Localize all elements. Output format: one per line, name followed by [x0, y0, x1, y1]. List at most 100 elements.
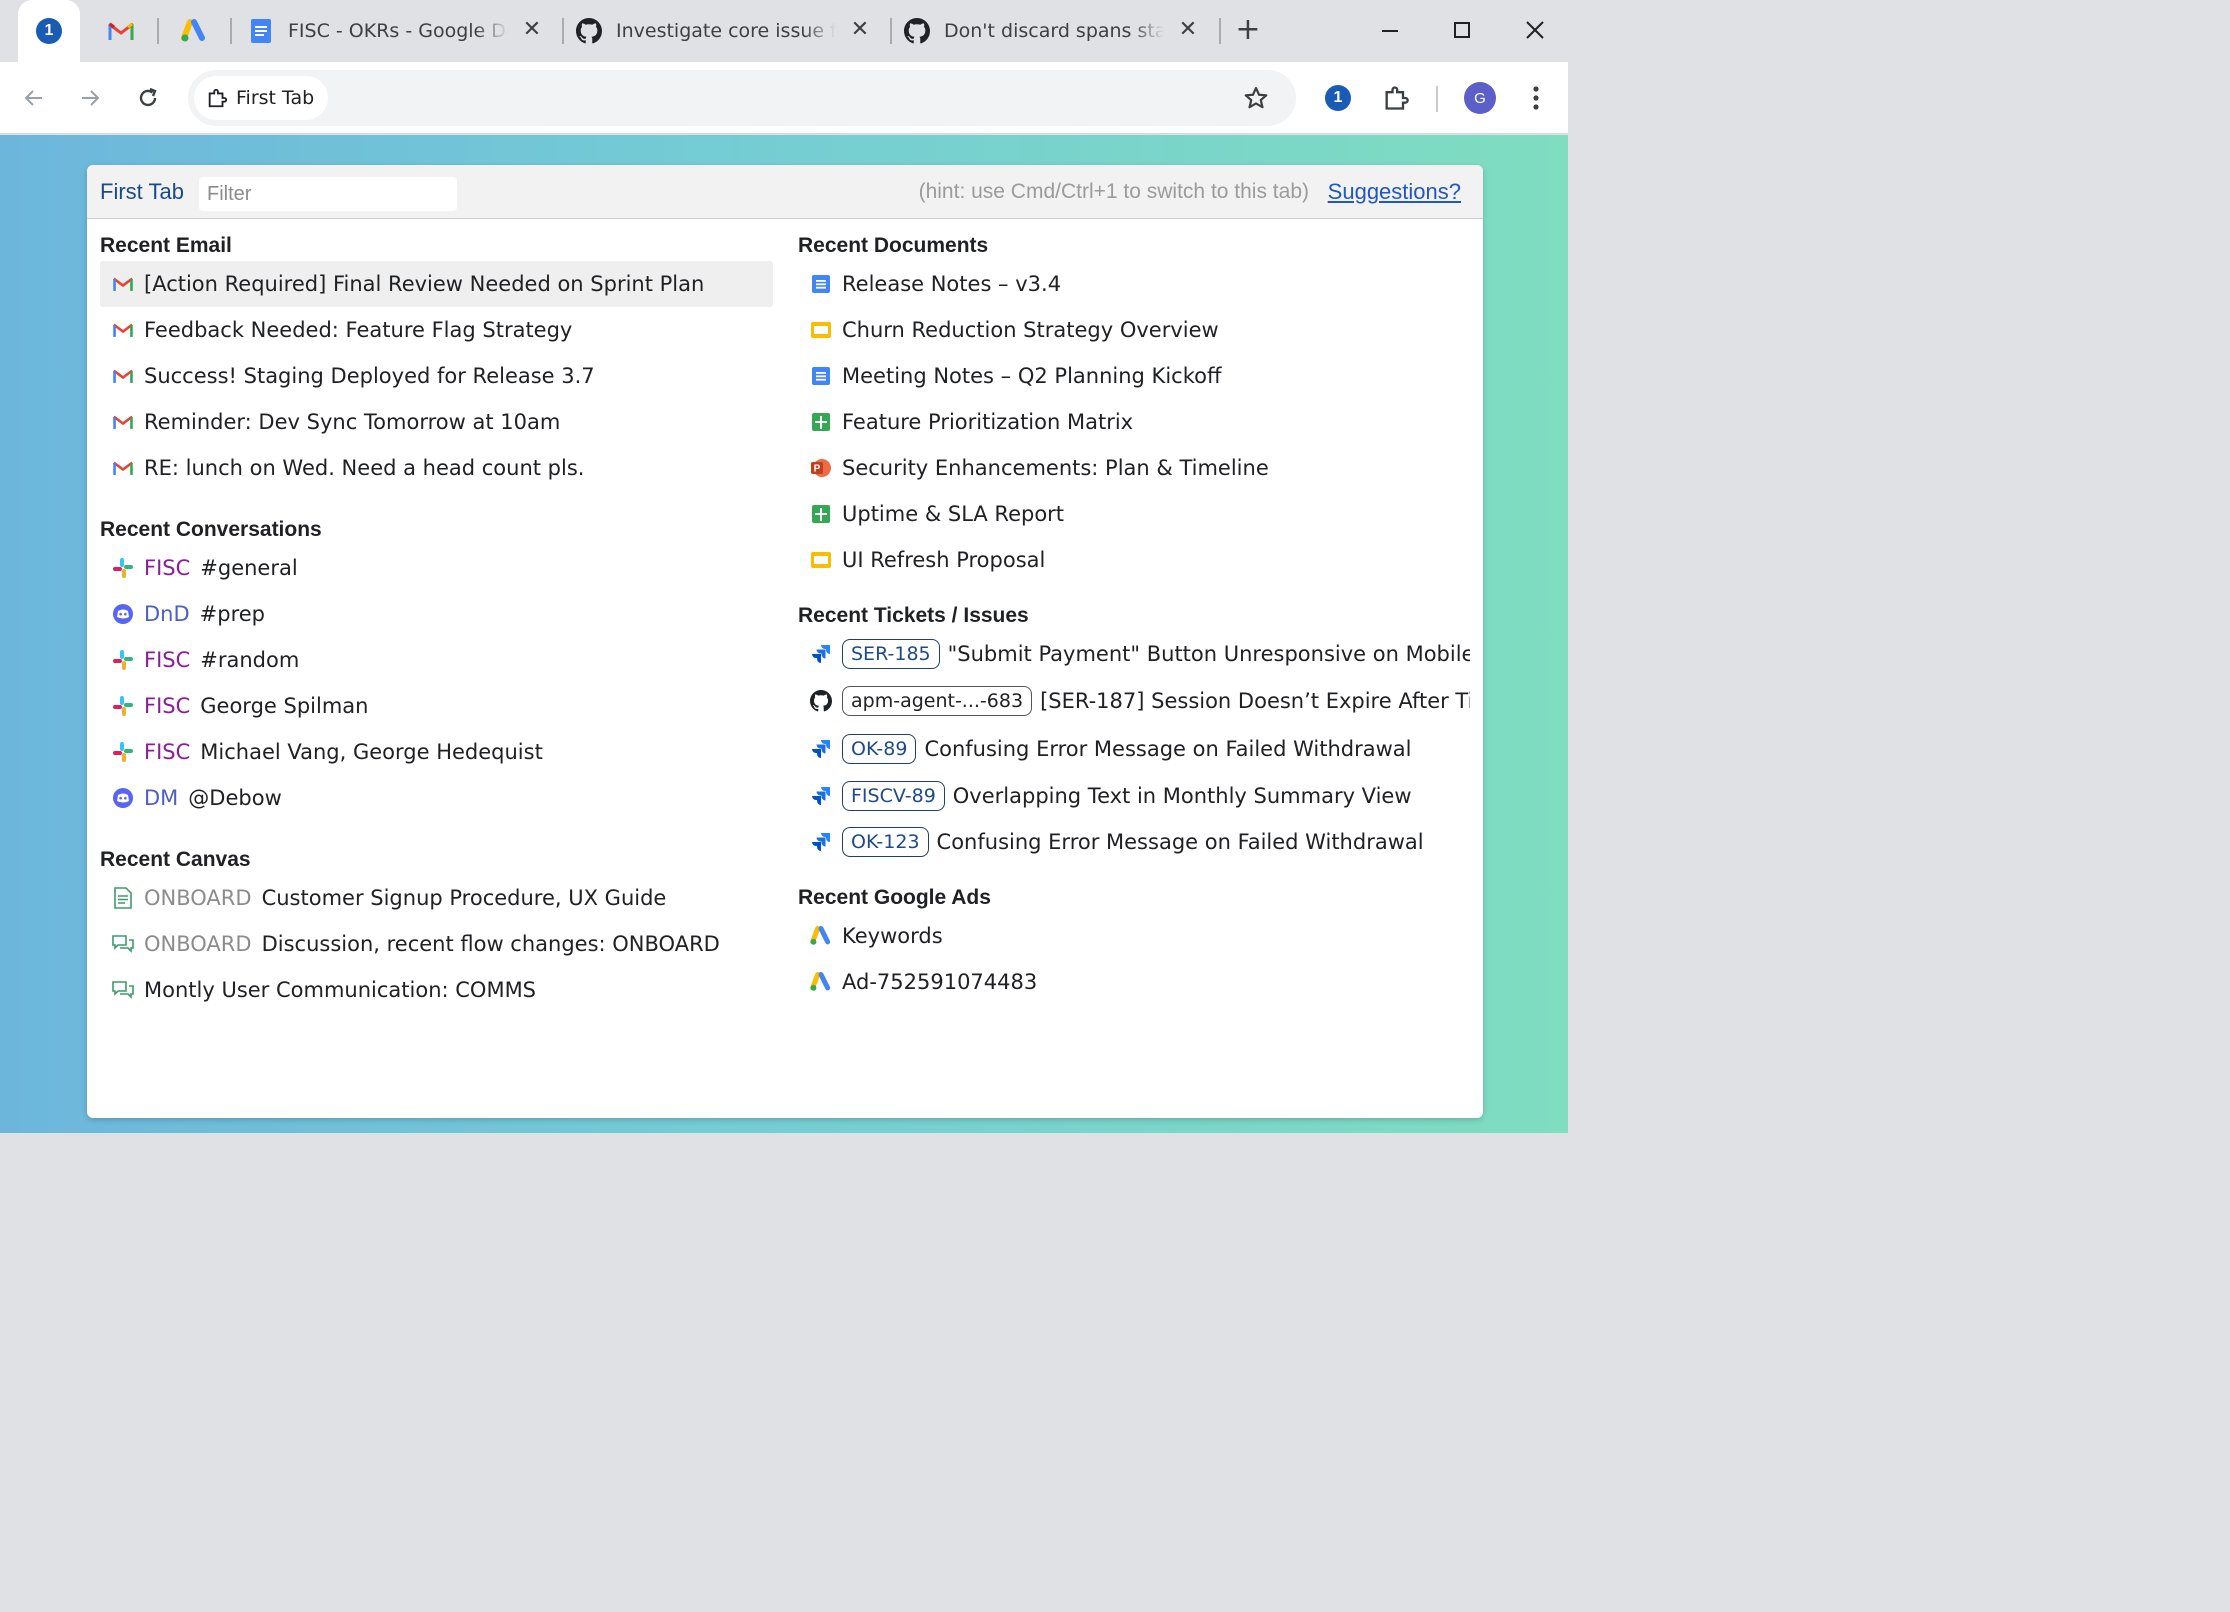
close-tab-icon[interactable]: ✕: [848, 18, 872, 42]
google-ads-icon: [810, 925, 832, 947]
profile-button[interactable]: G: [1462, 80, 1498, 116]
conversation-item[interactable]: FISC #general: [100, 545, 773, 591]
reload-button[interactable]: [130, 80, 166, 116]
jira-icon: [810, 738, 832, 760]
google-slides-icon: [810, 319, 832, 341]
ticket-item[interactable]: apm-agent-...-683 [SER-187] Session Does…: [798, 677, 1470, 725]
toolbar-separator: [1436, 86, 1438, 112]
email-item[interactable]: Success! Staging Deployed for Release 3.…: [100, 353, 773, 399]
gmail-icon: [112, 365, 134, 387]
address-bar[interactable]: First Tab: [188, 70, 1296, 126]
tab-fisc-okrs[interactable]: FISC - OKRs - Google Doc ✕: [240, 0, 558, 62]
canvas-doc-icon: [112, 887, 134, 909]
document-item[interactable]: Meeting Notes – Q2 Planning Kickoff: [798, 353, 1470, 399]
ticket-key-badge: OK-123: [842, 827, 929, 857]
email-list: [Action Required] Final Review Needed on…: [100, 261, 773, 491]
tab-investigate-core-issue[interactable]: Investigate core issue for t ✕: [568, 0, 886, 62]
tab-separator: [1219, 18, 1221, 44]
shortcut-hint: (hint: use Cmd/Ctrl+1 to switch to this …: [918, 180, 1309, 203]
conversation-item[interactable]: DnD #prep: [100, 591, 773, 637]
extensions-button[interactable]: [1378, 80, 1414, 116]
canvas-item[interactable]: Montly User Communication: COMMS: [100, 967, 773, 1013]
discord-icon: [112, 787, 134, 809]
conversation-item[interactable]: FISC #random: [100, 637, 773, 683]
puzzle-icon: [1385, 86, 1409, 110]
document-list: Release Notes – v3.4 Churn Reduction Str…: [798, 261, 1470, 583]
document-item[interactable]: Churn Reduction Strategy Overview: [798, 307, 1470, 353]
minimize-button[interactable]: [1362, 10, 1418, 50]
maximize-button[interactable]: [1434, 10, 1490, 50]
conversation-item[interactable]: DM @Debow: [100, 775, 773, 821]
tab-separator: [157, 18, 159, 44]
back-button[interactable]: [16, 80, 52, 116]
email-item[interactable]: RE: lunch on Wed. Need a head count pls.: [100, 445, 773, 491]
ticket-key-badge: SER-185: [842, 639, 940, 669]
canvas-item[interactable]: ONBOARD Customer Signup Procedure, UX Gu…: [100, 875, 773, 921]
kebab-menu-icon: [1533, 86, 1539, 110]
channel-name: George Spilman: [200, 694, 369, 718]
1password-extension-button[interactable]: 1: [1320, 80, 1356, 116]
conversation-list: FISC #general DnD #prep FISC #random FIS…: [100, 545, 773, 821]
slack-icon: [112, 741, 134, 763]
bookmark-button[interactable]: [1240, 82, 1272, 114]
filter-input[interactable]: [199, 177, 457, 211]
conversation-item[interactable]: FISC Michael Vang, George Hedequist: [100, 729, 773, 775]
canvas-chat-icon: [112, 979, 134, 1001]
conversation-item[interactable]: FISC George Spilman: [100, 683, 773, 729]
channel-name: #random: [200, 648, 300, 672]
ticket-item[interactable]: OK-89 Confusing Error Message on Failed …: [798, 725, 1470, 772]
menu-button[interactable]: [1518, 80, 1554, 116]
google-ads-item[interactable]: Keywords: [798, 913, 1470, 959]
document-item[interactable]: Release Notes – v3.4: [798, 261, 1470, 307]
tab-pinned-google-ads[interactable]: [163, 0, 225, 62]
tab-label: Investigate core issue for t: [616, 20, 836, 42]
new-tab-button[interactable]: +: [1232, 14, 1264, 46]
document-title: Release Notes – v3.4: [842, 272, 1062, 296]
section-heading-recent-conversations: Recent Conversations: [100, 518, 322, 541]
close-tab-icon[interactable]: ✕: [1176, 18, 1200, 42]
tab-pinned-gmail[interactable]: [90, 0, 152, 62]
channel-name: Michael Vang, George Hedequist: [200, 740, 543, 764]
tab-pinned-1password[interactable]: 1: [18, 0, 80, 62]
ticket-title: "Submit Payment" Button Unresponsive on …: [947, 642, 1470, 666]
channel-name: @Debow: [188, 786, 282, 810]
puzzle-icon: [208, 88, 228, 108]
google-docs-icon: [810, 273, 832, 295]
ticket-title: Overlapping Text in Monthly Summary View: [952, 783, 1412, 808]
close-tab-icon[interactable]: ✕: [520, 18, 544, 42]
section-heading-recent-email: Recent Email: [100, 234, 232, 257]
email-item[interactable]: Reminder: Dev Sync Tomorrow at 10am: [100, 399, 773, 445]
ticket-title: Confusing Error Message on Failed Withdr…: [936, 830, 1424, 854]
document-item[interactable]: UI Refresh Proposal: [798, 537, 1470, 583]
document-item[interactable]: Uptime & SLA Report: [798, 491, 1470, 537]
workspace-name: FISC: [144, 740, 191, 764]
jira-icon: [810, 831, 832, 853]
1password-icon: 1: [1325, 85, 1351, 111]
email-subject: Reminder: Dev Sync Tomorrow at 10am: [144, 410, 561, 434]
tab-dont-discard-spans[interactable]: Don't discard spans starte ✕: [896, 0, 1214, 62]
google-ads-list: Keywords Ad-752591074483: [798, 913, 1470, 1005]
ticket-item[interactable]: SER-185 "Submit Payment" Button Unrespon…: [798, 631, 1470, 677]
document-item[interactable]: Feature Prioritization Matrix: [798, 399, 1470, 445]
section-heading-recent-documents: Recent Documents: [798, 234, 989, 257]
email-subject: Feedback Needed: Feature Flag Strategy: [144, 318, 573, 342]
jira-icon: [810, 785, 832, 807]
google-sheets-icon: [810, 503, 832, 525]
left-column: Recent Email [Action Required] Final Rev…: [100, 231, 773, 1013]
jira-icon: [810, 643, 832, 665]
close-window-button[interactable]: [1507, 10, 1563, 50]
ticket-item[interactable]: OK-123 Confusing Error Message on Failed…: [798, 819, 1470, 865]
google-ads-item[interactable]: Ad-752591074483: [798, 959, 1470, 1005]
email-item[interactable]: Feedback Needed: Feature Flag Strategy: [100, 307, 773, 353]
slack-icon: [112, 649, 134, 671]
google-ads-title: Keywords: [842, 924, 943, 948]
tab-separator: [562, 18, 564, 44]
suggestions-link[interactable]: Suggestions?: [1328, 179, 1461, 205]
document-item[interactable]: P Security Enhancements: Plan & Timeline: [798, 445, 1470, 491]
forward-button[interactable]: [72, 80, 108, 116]
panel-header: First Tab (hint: use Cmd/Ctrl+1 to switc…: [87, 165, 1483, 219]
email-item[interactable]: [Action Required] Final Review Needed on…: [100, 261, 773, 307]
extension-chip[interactable]: First Tab: [194, 76, 329, 120]
canvas-item[interactable]: ONBOARD Discussion, recent flow changes:…: [100, 921, 773, 967]
ticket-item[interactable]: FISCV-89 Overlapping Text in Monthly Sum…: [798, 772, 1470, 819]
